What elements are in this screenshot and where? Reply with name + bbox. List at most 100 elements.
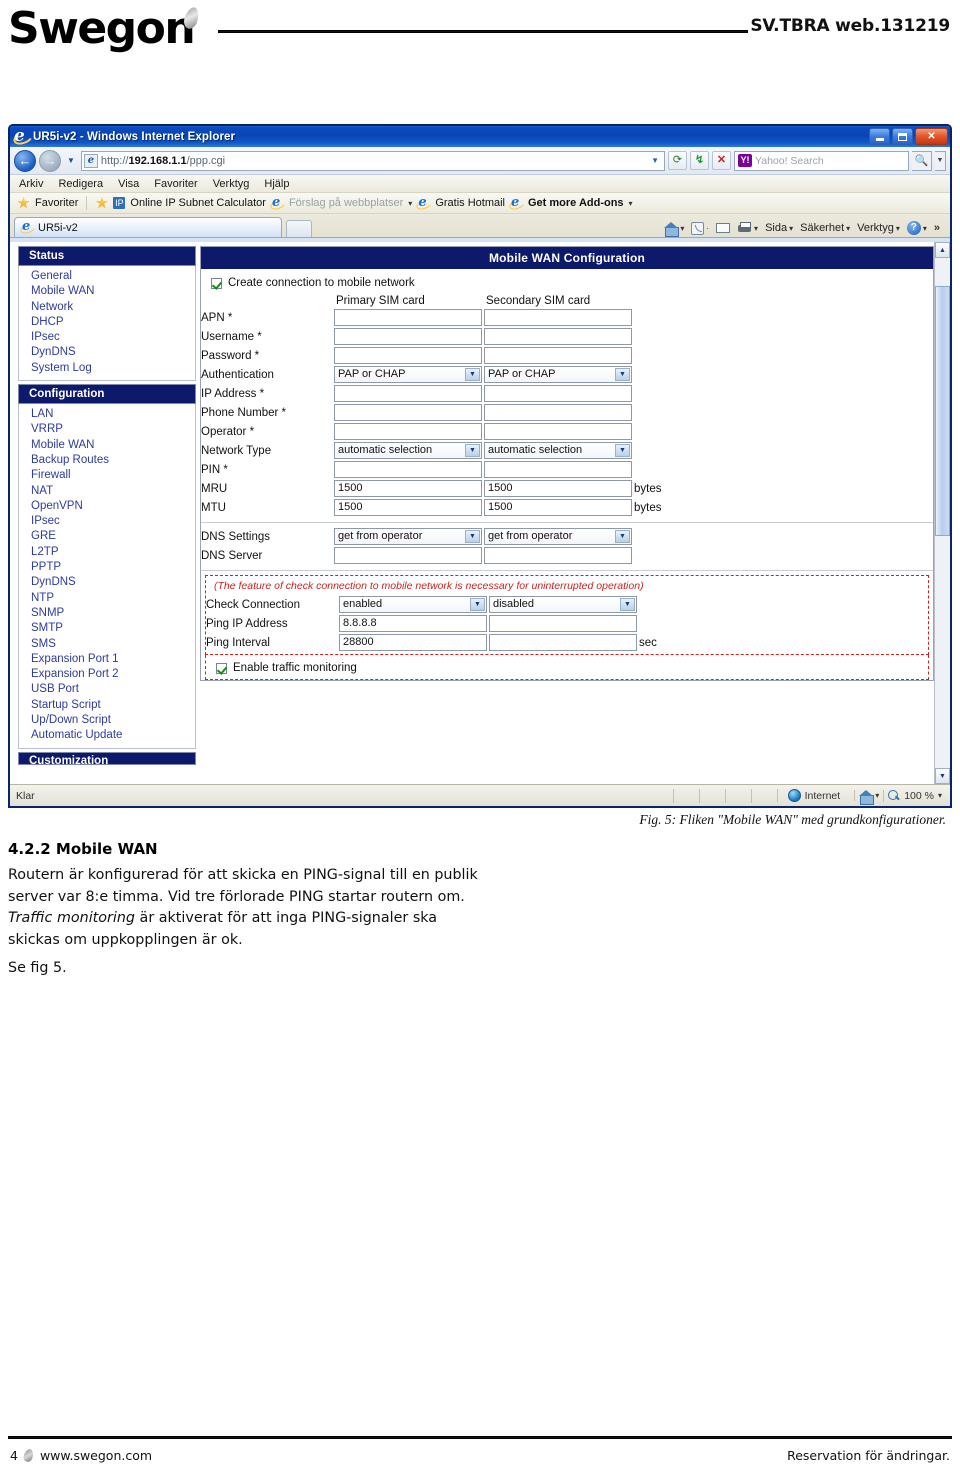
- sidebar-item-network[interactable]: Network: [31, 300, 195, 315]
- sidebar-item-startup-script[interactable]: Startup Script: [31, 698, 195, 713]
- sidebar-item-l2tp[interactable]: L2TP: [31, 545, 195, 560]
- ping-ip-address-primary-input[interactable]: 8.8.8.8: [339, 615, 487, 632]
- dns-settings-secondary-select[interactable]: get from operator ▼: [484, 528, 632, 545]
- sidebar-item-firewall[interactable]: Firewall: [31, 468, 195, 483]
- authentication-primary-select[interactable]: PAP or CHAP ▼: [334, 366, 482, 383]
- apn-secondary-input[interactable]: [484, 309, 632, 326]
- dns-server-secondary-input[interactable]: [484, 547, 632, 564]
- menu-item-redigera[interactable]: Redigera: [58, 178, 103, 190]
- ping-interval-secondary-input[interactable]: [489, 634, 637, 651]
- scrollbar-track[interactable]: [935, 258, 950, 768]
- chevron-down-icon[interactable]: ▼: [615, 530, 630, 543]
- sidebar-item-mobile-wan-status[interactable]: Mobile WAN: [31, 284, 195, 299]
- operator-primary-input[interactable]: [334, 423, 482, 440]
- sidebar-item-general[interactable]: General: [31, 269, 195, 284]
- sidebar-item-ntp[interactable]: NTP: [31, 591, 195, 606]
- page-menu-dropdown-icon[interactable]: ▾: [789, 224, 793, 233]
- sidebar-item-nat[interactable]: NAT: [31, 484, 195, 499]
- maximize-button[interactable]: [892, 128, 913, 145]
- address-dropdown-icon[interactable]: ▼: [651, 156, 662, 165]
- chevron-down-icon[interactable]: ▼: [465, 368, 480, 381]
- address-bar[interactable]: e http://192.168.1.1/ppp.cgi ▼: [80, 150, 665, 171]
- sidebar-item-lan[interactable]: LAN: [31, 407, 195, 422]
- scroll-down-button[interactable]: ▼: [935, 768, 950, 784]
- sidebar-item-openvpn[interactable]: OpenVPN: [31, 499, 195, 514]
- ping-ip-address-secondary-input[interactable]: [489, 615, 637, 632]
- add-favorite-icon[interactable]: [95, 196, 109, 209]
- favorite-item-get-more-addons[interactable]: Get more Add-ons: [528, 197, 624, 209]
- username-secondary-input[interactable]: [484, 328, 632, 345]
- mtu-secondary-input[interactable]: 1500: [484, 499, 632, 516]
- feeds-dropdown-icon[interactable]: ·: [706, 224, 709, 233]
- overflow-chevron-icon[interactable]: »: [934, 222, 940, 234]
- protected-mode-dropdown-icon[interactable]: ▾: [875, 791, 879, 800]
- addons-dropdown-icon[interactable]: ▾: [629, 199, 633, 208]
- favorite-item-suggested-sites[interactable]: Förslag på webbplatser: [289, 197, 403, 209]
- scrollbar-thumb[interactable]: [935, 286, 950, 536]
- operator-secondary-input[interactable]: [484, 423, 632, 440]
- create-connection-row[interactable]: Create connection to mobile network: [201, 275, 933, 294]
- sidebar-item-smtp[interactable]: SMTP: [31, 621, 195, 636]
- sidebar-item-system-log[interactable]: System Log: [31, 361, 195, 376]
- home-dropdown-icon[interactable]: ▾: [680, 224, 684, 233]
- feeds-button[interactable]: ·: [691, 221, 709, 235]
- sidebar-item-snmp[interactable]: SNMP: [31, 606, 195, 621]
- apn-primary-input[interactable]: [334, 309, 482, 326]
- search-icon[interactable]: 🔍: [912, 150, 932, 171]
- security-zone[interactable]: Internet: [776, 789, 855, 802]
- help-menu[interactable]: ? ▾: [906, 221, 927, 235]
- sidebar-item-ipsec[interactable]: IPsec: [31, 514, 195, 529]
- password-secondary-input[interactable]: [484, 347, 632, 364]
- help-dropdown-icon[interactable]: ▾: [923, 224, 927, 233]
- chevron-down-icon[interactable]: ▼: [470, 598, 485, 611]
- compatibility-view-icon[interactable]: ⟳: [668, 151, 687, 170]
- sidebar-item-dyndns[interactable]: DynDNS: [31, 575, 195, 590]
- menu-item-favoriter[interactable]: Favoriter: [154, 178, 197, 190]
- scroll-up-button[interactable]: ▲: [935, 242, 950, 258]
- sidebar-item-dhcp[interactable]: DHCP: [31, 315, 195, 330]
- search-provider-dropdown-icon[interactable]: ▼: [935, 150, 946, 171]
- print-dropdown-icon[interactable]: ▾: [754, 224, 758, 233]
- sidebar-item-expansion-port-2[interactable]: Expansion Port 2: [31, 667, 195, 682]
- new-tab-button[interactable]: [286, 220, 312, 237]
- chevron-down-icon[interactable]: ▼: [620, 598, 635, 611]
- tools-menu[interactable]: Verktyg ▾: [857, 222, 900, 234]
- page-scrollbar[interactable]: ▲ ▼: [934, 242, 950, 784]
- authentication-secondary-select[interactable]: PAP or CHAP ▼: [484, 366, 632, 383]
- menu-item-verktyg[interactable]: Verktyg: [213, 178, 250, 190]
- pin-secondary-input[interactable]: [484, 461, 632, 478]
- minimize-button[interactable]: [869, 128, 890, 145]
- read-mail-button[interactable]: [716, 223, 731, 233]
- menu-item-hjalp[interactable]: Hjälp: [264, 178, 289, 190]
- stop-button[interactable]: ✕: [712, 151, 731, 170]
- network-type-secondary-select[interactable]: automatic selection ▼: [484, 442, 632, 459]
- chevron-down-icon[interactable]: ▼: [615, 368, 630, 381]
- ip-address-primary-input[interactable]: [334, 385, 482, 402]
- page-menu[interactable]: Sida ▾: [765, 222, 793, 234]
- dns-server-primary-input[interactable]: [334, 547, 482, 564]
- phone-number-secondary-input[interactable]: [484, 404, 632, 421]
- security-menu-dropdown-icon[interactable]: ▾: [846, 224, 850, 233]
- ping-interval-primary-input[interactable]: 28800: [339, 634, 487, 651]
- home-button[interactable]: ▾: [664, 221, 684, 237]
- sidebar-item-dyndns-status[interactable]: DynDNS: [31, 345, 195, 360]
- favorites-label[interactable]: Favoriter: [35, 197, 78, 209]
- protected-mode-indicator[interactable]: ▾: [854, 790, 883, 805]
- sidebar-item-mobile-wan[interactable]: Mobile WAN: [31, 438, 195, 453]
- tools-menu-dropdown-icon[interactable]: ▾: [896, 224, 900, 233]
- mru-primary-input[interactable]: 1500: [334, 480, 482, 497]
- suggested-sites-dropdown-icon[interactable]: ▾: [408, 199, 412, 208]
- sidebar-item-vrrp[interactable]: VRRP: [31, 422, 195, 437]
- favorite-item-hotmail[interactable]: Gratis Hotmail: [435, 197, 505, 209]
- traffic-monitoring-row[interactable]: Enable traffic monitoring: [206, 660, 928, 674]
- sidebar-item-pptp[interactable]: PPTP: [31, 560, 195, 575]
- history-dropdown-icon[interactable]: ▼: [64, 156, 78, 165]
- sidebar-item-updown-script[interactable]: Up/Down Script: [31, 713, 195, 728]
- sidebar-item-expansion-port-1[interactable]: Expansion Port 1: [31, 652, 195, 667]
- mru-secondary-input[interactable]: 1500: [484, 480, 632, 497]
- chevron-down-icon[interactable]: ▼: [615, 444, 630, 457]
- traffic-monitoring-checkbox[interactable]: [216, 662, 227, 674]
- favorite-item-subnet-calculator[interactable]: Online IP Subnet Calculator: [130, 197, 266, 209]
- ip-address-secondary-input[interactable]: [484, 385, 632, 402]
- print-button[interactable]: ▾: [737, 222, 758, 234]
